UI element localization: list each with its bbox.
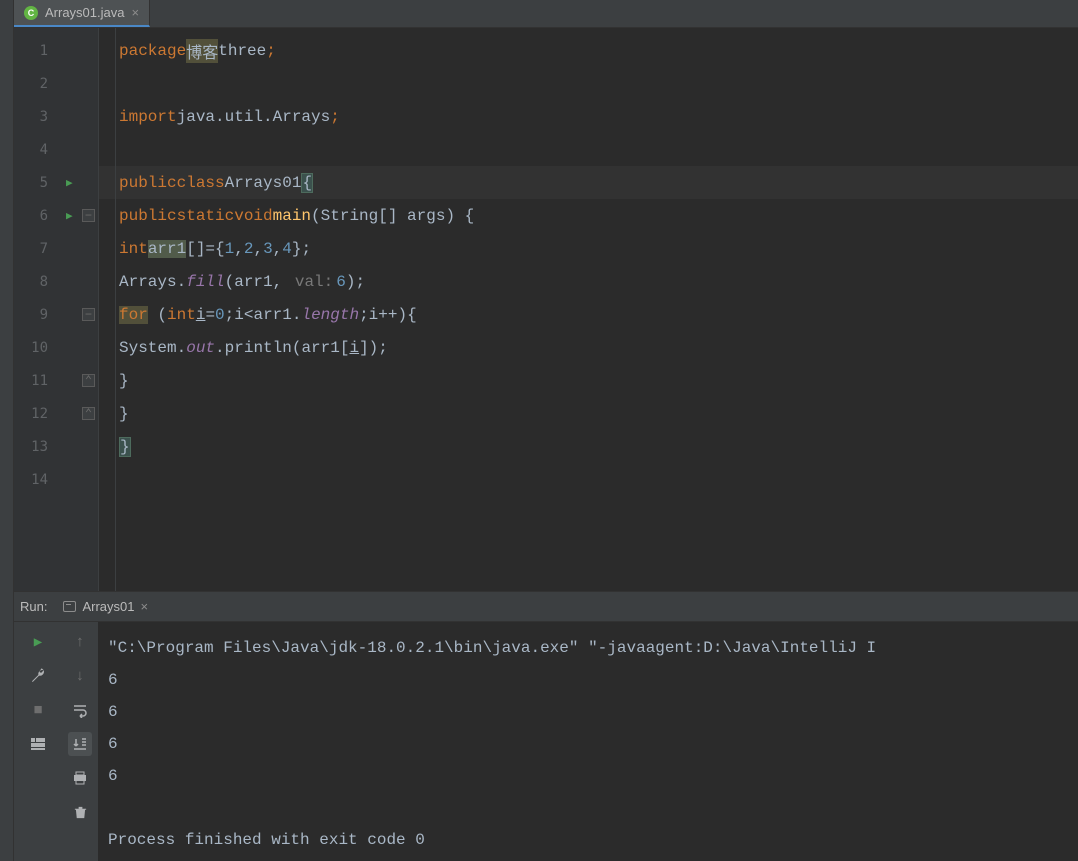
left-tool-sidebar[interactable] (0, 0, 14, 861)
line-number: 10 (14, 340, 54, 356)
line-number: 14 (14, 472, 54, 488)
fold-close-icon[interactable]: ⌃ (82, 407, 95, 420)
line-number: 3 (14, 109, 54, 125)
stop-button[interactable]: ■ (26, 698, 50, 722)
code-line[interactable]: package 博客three; (99, 34, 1078, 67)
line-number: 9 (14, 307, 54, 323)
terminal-icon (63, 601, 76, 612)
code-area[interactable]: package 博客three; import java.util.Arrays… (99, 28, 1078, 591)
line-number: 4 (14, 142, 54, 158)
run-config-tab[interactable]: Arrays01 × (55, 595, 156, 618)
code-line[interactable]: System.out.println(arr1[i]); (99, 331, 1078, 364)
scroll-to-end-button[interactable] (68, 732, 92, 756)
line-number: 2 (14, 76, 54, 92)
tab-arrays01[interactable]: C Arrays01.java × (14, 0, 150, 27)
code-line[interactable] (99, 133, 1078, 166)
run-header: Run: Arrays01 × (14, 592, 1078, 622)
fold-open-icon[interactable]: − (82, 209, 95, 222)
line-number: 12 (14, 406, 54, 422)
trash-icon[interactable] (68, 800, 92, 824)
line-number: 7 (14, 241, 54, 257)
code-line[interactable]: for (int i=0;i<arr1.length;i++){ (99, 298, 1078, 331)
console-line: 6 (108, 767, 118, 785)
console-output[interactable]: "C:\Program Files\Java\jdk-18.0.2.1\bin\… (98, 622, 1078, 861)
code-line[interactable]: import java.util.Arrays; (99, 100, 1078, 133)
print-icon[interactable] (68, 766, 92, 790)
run-label: Run: (20, 599, 47, 614)
run-gutter-icon[interactable]: ▶ (66, 176, 73, 190)
code-line[interactable]: public static void main(String[] args) { (99, 199, 1078, 232)
console-line: 6 (108, 735, 118, 753)
code-line[interactable]: int arr1[]={1,2,3,4}; (99, 232, 1078, 265)
run-config-name: Arrays01 (82, 599, 134, 614)
editor-tabs: C Arrays01.java × (14, 0, 1078, 28)
run-gutter-icon[interactable]: ▶ (66, 209, 73, 223)
line-number: 5 (14, 175, 54, 191)
gutter[interactable]: 1 2 3 4 5▶ 6▶− 7 8 9− 10 11⌃ 12⌃ 13 14 (14, 28, 99, 591)
line-number: 6 (14, 208, 54, 224)
line-number: 13 (14, 439, 54, 455)
console-line: 6 (108, 671, 118, 689)
code-line[interactable]: } (99, 397, 1078, 430)
code-line[interactable]: Arrays.fill(arr1, val: 6); (99, 265, 1078, 298)
console-line: 6 (108, 703, 118, 721)
code-line[interactable]: } (99, 430, 1078, 463)
wrench-icon[interactable] (26, 664, 50, 688)
line-number: 1 (14, 43, 54, 59)
fold-open-icon[interactable]: − (82, 308, 95, 321)
code-editor[interactable]: 1 2 3 4 5▶ 6▶− 7 8 9− 10 11⌃ 12⌃ 13 14 p… (14, 28, 1078, 591)
close-icon[interactable]: × (131, 5, 139, 20)
rerun-button[interactable]: ▶ (26, 630, 50, 654)
fold-close-icon[interactable]: ⌃ (82, 374, 95, 387)
layout-settings-button[interactable] (26, 732, 50, 756)
soft-wrap-button[interactable] (68, 698, 92, 722)
code-line[interactable] (99, 463, 1078, 496)
line-number: 8 (14, 274, 54, 290)
line-number: 11 (14, 373, 54, 389)
code-line[interactable]: } (99, 364, 1078, 397)
class-file-icon: C (24, 6, 38, 20)
console-line: Process finished with exit code 0 (108, 831, 425, 849)
console-line: "C:\Program Files\Java\jdk-18.0.2.1\bin\… (108, 639, 876, 657)
run-toolbar-left: ▶ ■ (14, 622, 62, 861)
code-line[interactable] (99, 67, 1078, 100)
up-arrow-icon[interactable]: ↑ (68, 630, 92, 654)
run-toolbar-nav: ↑ ↓ (62, 622, 98, 861)
run-tool-window: Run: Arrays01 × ▶ ■ ↑ ↓ (14, 591, 1078, 861)
code-line[interactable]: public class Arrays01 { (99, 166, 1078, 199)
close-icon[interactable]: × (141, 599, 149, 614)
down-arrow-icon[interactable]: ↓ (68, 664, 92, 688)
tab-filename: Arrays01.java (45, 5, 124, 20)
main-column: C Arrays01.java × 1 2 3 4 5▶ 6▶− 7 8 9− … (14, 0, 1078, 861)
run-body: ▶ ■ ↑ ↓ (14, 622, 1078, 861)
